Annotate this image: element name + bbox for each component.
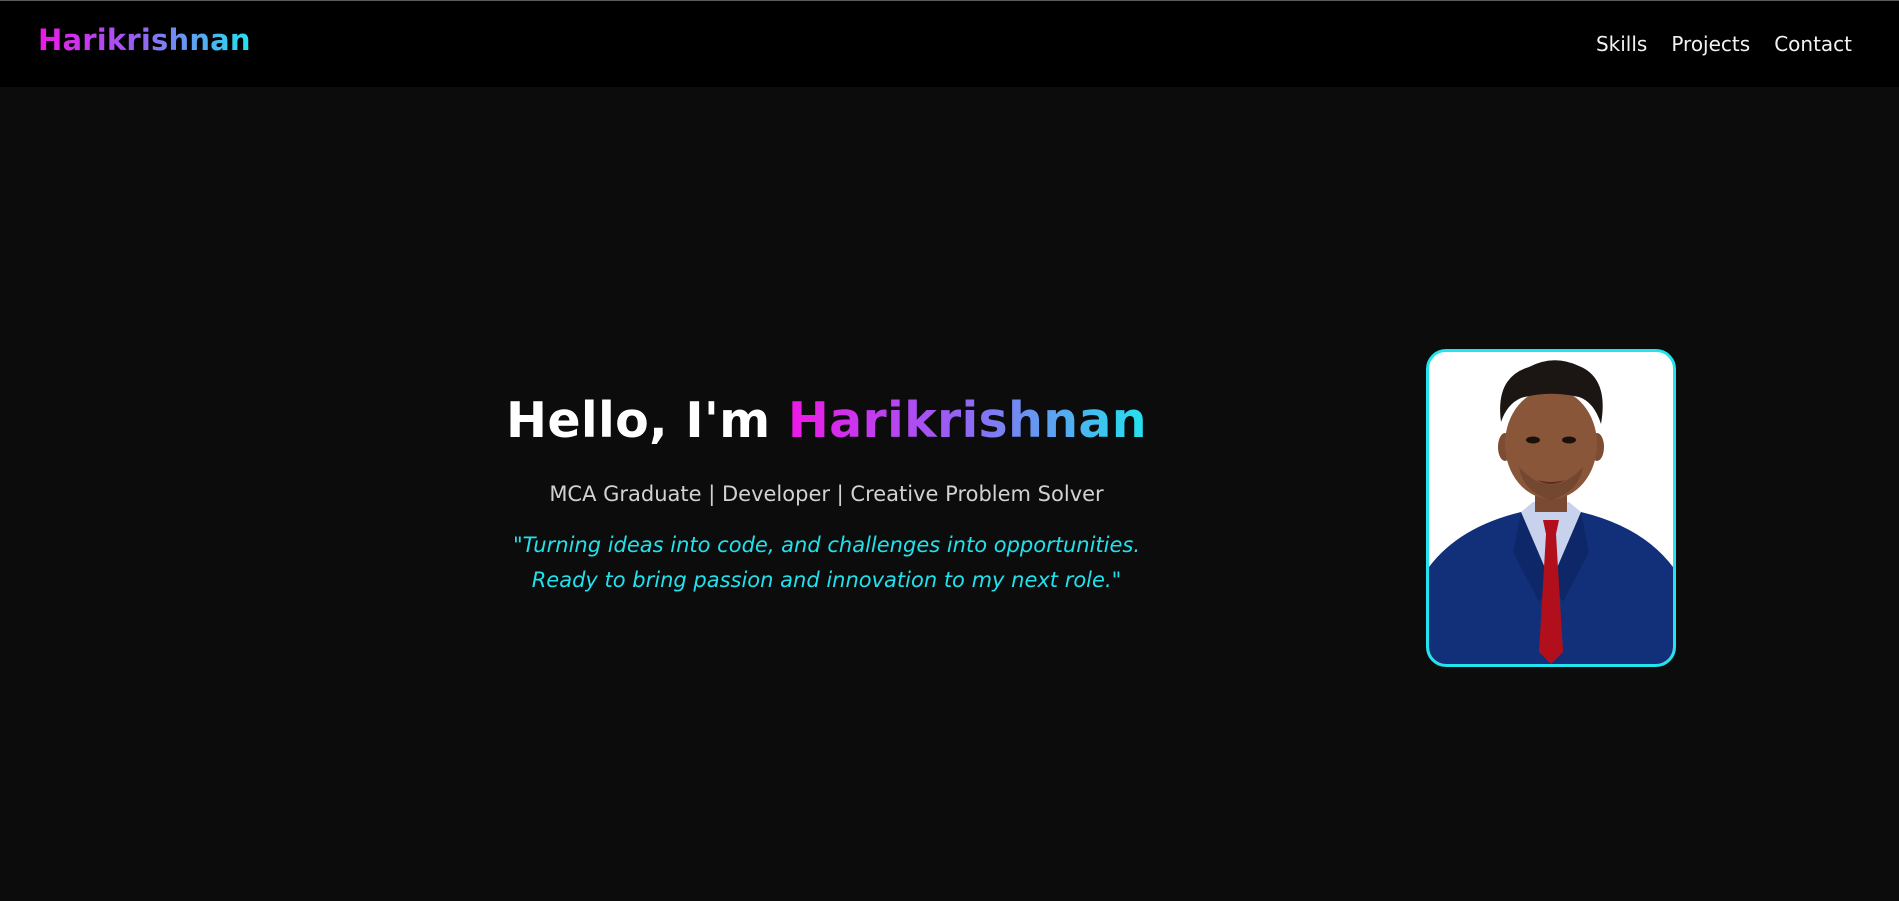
navbar: Harikrishnan Skills Projects Contact (0, 1, 1899, 87)
profile-photo (1426, 349, 1676, 667)
hero-subtitle: MCA Graduate | Developer | Creative Prob… (549, 482, 1104, 506)
nav-links: Skills Projects Contact (1596, 32, 1852, 56)
nav-link-projects[interactable]: Projects (1671, 32, 1750, 56)
hero-greeting: Hello, I'm (506, 392, 771, 449)
nav-link-skills[interactable]: Skills (1596, 32, 1647, 56)
hero-section: Hello, I'm Harikrishnan MCA Graduate | D… (0, 87, 1899, 901)
profile-photo-image (1429, 352, 1673, 664)
hero-name: Harikrishnan (787, 392, 1147, 449)
nav-link-contact[interactable]: Contact (1774, 32, 1852, 56)
hero-quote-line2: Ready to bring passion and innovation to… (531, 568, 1122, 592)
hero-headline: Hello, I'm Harikrishnan (420, 392, 1233, 449)
hero-quote: "Turning ideas into code, and challenges… (420, 528, 1233, 598)
brand-logo[interactable]: Harikrishnan (38, 23, 251, 57)
hero-text: Hello, I'm Harikrishnan MCA Graduate | D… (420, 392, 1233, 598)
hero-quote-line1: "Turning ideas into code, and challenges… (512, 533, 1141, 557)
